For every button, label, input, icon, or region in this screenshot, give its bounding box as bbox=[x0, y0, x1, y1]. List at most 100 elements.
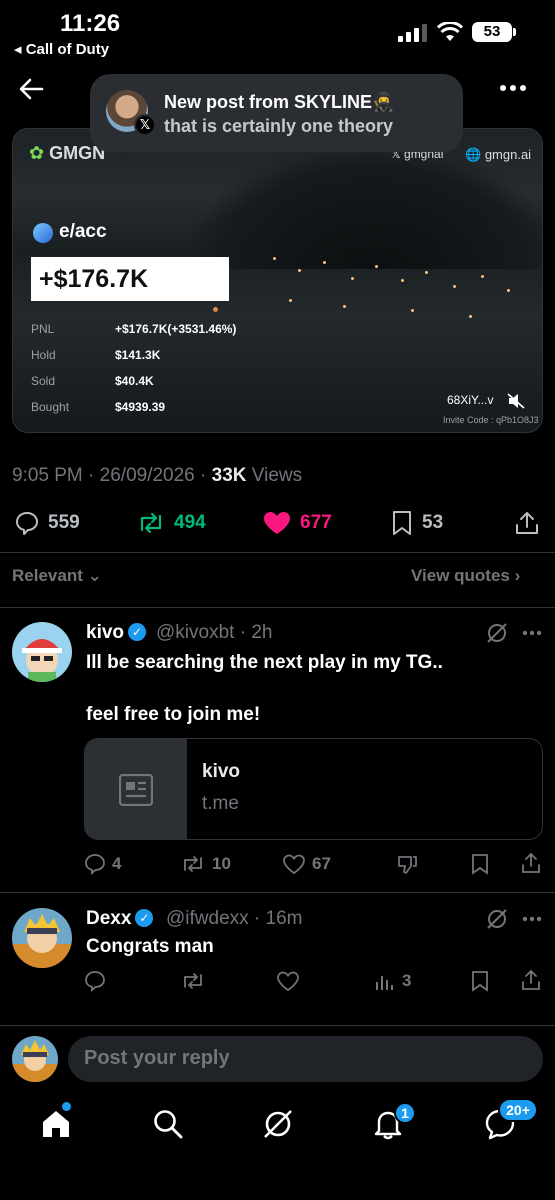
avatar[interactable] bbox=[12, 622, 72, 682]
meta-dot: · bbox=[200, 465, 207, 486]
divider bbox=[0, 892, 555, 893]
reply-author-handle[interactable]: @kivoxbt · 2h bbox=[156, 622, 272, 644]
back-arrow-icon[interactable] bbox=[18, 76, 44, 102]
view-quotes-link[interactable]: View quotes › bbox=[411, 566, 520, 586]
post-timestamp-views: 9:05 PM · 26/09/2026 · 33K Views bbox=[12, 465, 302, 487]
view-quotes-label: View quotes bbox=[411, 566, 510, 585]
reply-reply-button[interactable]: 4 bbox=[84, 853, 121, 875]
nav-grok[interactable] bbox=[262, 1108, 294, 1140]
verified-badge-icon: ✓ bbox=[128, 623, 147, 641]
repost-icon[interactable] bbox=[180, 970, 206, 992]
reply-more-icon[interactable] bbox=[522, 630, 542, 636]
repost-count: 494 bbox=[174, 512, 206, 533]
link-domain: t.me bbox=[202, 793, 239, 814]
reply-views-count: 3 bbox=[402, 971, 412, 990]
nav-notifications[interactable]: 1 bbox=[372, 1102, 416, 1140]
divider bbox=[0, 552, 555, 553]
card-invite-code: Invite Code : qPb1O8J3 bbox=[443, 415, 539, 425]
stat-value-pnl: +$176.7K(+3531.46%) bbox=[115, 322, 237, 336]
link-thumbnail bbox=[85, 739, 187, 839]
reply-author-name[interactable]: kivo ✓ bbox=[86, 622, 147, 644]
sort-label: Relevant bbox=[12, 566, 83, 585]
messages-badge: 20+ bbox=[498, 1098, 538, 1122]
cellular-signal-icon bbox=[398, 24, 427, 42]
link-preview-card[interactable]: kivo t.me bbox=[84, 738, 543, 840]
reply-handle-text: @ifwdexx bbox=[166, 908, 249, 929]
divider bbox=[0, 1025, 555, 1026]
repost-icon bbox=[140, 512, 162, 534]
reply-name-text: kivo bbox=[86, 622, 125, 643]
heart-icon[interactable] bbox=[276, 970, 300, 992]
like-button[interactable]: 677 bbox=[262, 510, 332, 536]
sort-relevant-dropdown[interactable]: Relevant ⌄ bbox=[12, 566, 102, 586]
notifications-badge: 1 bbox=[394, 1102, 416, 1124]
verified-badge-icon: ✓ bbox=[135, 909, 154, 927]
status-time: 11:26 bbox=[60, 10, 121, 37]
views-chart-icon bbox=[376, 976, 393, 990]
downvote-icon[interactable] bbox=[396, 853, 418, 875]
heart-filled-icon bbox=[264, 512, 290, 534]
reply-icon bbox=[16, 512, 38, 535]
post-date: 26/09/2026 bbox=[99, 465, 195, 486]
repost-button[interactable]: 494 bbox=[136, 510, 206, 536]
reply-author-name[interactable]: Dexx ✓ bbox=[86, 908, 154, 930]
nav-search[interactable] bbox=[152, 1108, 184, 1140]
grok-icon[interactable] bbox=[486, 622, 508, 644]
kivo-avatar-art bbox=[22, 639, 62, 682]
stat-label-pnl: PNL bbox=[31, 322, 55, 336]
bookmark-icon bbox=[393, 511, 411, 535]
pnl-highlight: +$176.7K bbox=[31, 257, 229, 301]
gmgn-site: 🌐 gmgn.ai bbox=[465, 147, 532, 162]
post-media-card[interactable]: ✿ GMGN 𝕏 gmgnai 🌐 gmgn.ai e/acc +$176.7K… bbox=[12, 128, 543, 433]
heart-icon bbox=[283, 854, 305, 875]
bookmark-button[interactable]: 53 bbox=[390, 510, 443, 536]
post-time: 9:05 PM bbox=[12, 465, 83, 486]
reply-like-count: 67 bbox=[312, 854, 331, 873]
share-icon[interactable] bbox=[520, 852, 542, 874]
reply-views-button[interactable]: 3 bbox=[374, 970, 411, 992]
new-post-toast[interactable]: 𝕏 New post from SKYLINE🥷 that is certain… bbox=[90, 74, 463, 152]
reply-like-button[interactable]: 67 bbox=[282, 853, 331, 875]
reply-handle-text: @kivoxbt bbox=[156, 622, 235, 643]
mute-icon[interactable] bbox=[507, 393, 525, 409]
chevron-down-icon: ⌄ bbox=[87, 566, 102, 585]
token-name: e/acc bbox=[59, 221, 107, 242]
divider bbox=[0, 607, 555, 608]
toast-title: New post from SKYLINE🥷 bbox=[164, 92, 395, 112]
reply-repost-button[interactable]: 10 bbox=[180, 853, 231, 875]
bookmark-icon[interactable] bbox=[470, 853, 490, 875]
x-logo-icon: 𝕏 bbox=[134, 114, 156, 136]
nav-messages[interactable]: 20+ bbox=[484, 1098, 538, 1140]
reply-icon bbox=[85, 854, 105, 875]
nav-home[interactable] bbox=[40, 1102, 72, 1140]
battery-level: 53 bbox=[472, 22, 512, 42]
card-user: 68XiY...v bbox=[447, 393, 494, 407]
bookmark-icon[interactable] bbox=[470, 970, 490, 992]
reply-icon[interactable] bbox=[84, 970, 106, 992]
reply-author-handle[interactable]: @ifwdexx · 16m bbox=[166, 908, 303, 930]
share-icon[interactable] bbox=[520, 969, 542, 991]
avatar[interactable] bbox=[12, 908, 72, 968]
reply-text-line: Congrats man bbox=[86, 936, 214, 957]
reply-text-line: feel free to join me! bbox=[86, 704, 261, 725]
reply-count: 559 bbox=[48, 512, 80, 533]
grok-icon bbox=[264, 1110, 292, 1138]
home-icon bbox=[43, 1111, 69, 1137]
token-icon bbox=[33, 223, 53, 243]
reply-composer-placeholder: Post your reply bbox=[84, 1047, 230, 1069]
stat-label-sold: Sold bbox=[31, 374, 56, 388]
grok-icon[interactable] bbox=[486, 908, 508, 930]
more-options-icon[interactable] bbox=[500, 84, 526, 92]
share-button[interactable] bbox=[514, 510, 540, 536]
my-avatar[interactable] bbox=[12, 1036, 58, 1082]
repost-icon bbox=[184, 856, 202, 872]
back-to-app-link[interactable]: ◂ Call of Duty bbox=[14, 40, 109, 58]
views-label: Views bbox=[251, 465, 303, 486]
dexx-avatar-art bbox=[12, 914, 72, 968]
share-icon bbox=[516, 512, 538, 534]
reply-more-icon[interactable] bbox=[522, 916, 542, 922]
reply-button[interactable]: 559 bbox=[14, 510, 80, 536]
meta-dot: · bbox=[88, 465, 95, 486]
home-unread-dot bbox=[62, 1102, 71, 1111]
stat-value-hold: $141.3K bbox=[115, 348, 161, 362]
